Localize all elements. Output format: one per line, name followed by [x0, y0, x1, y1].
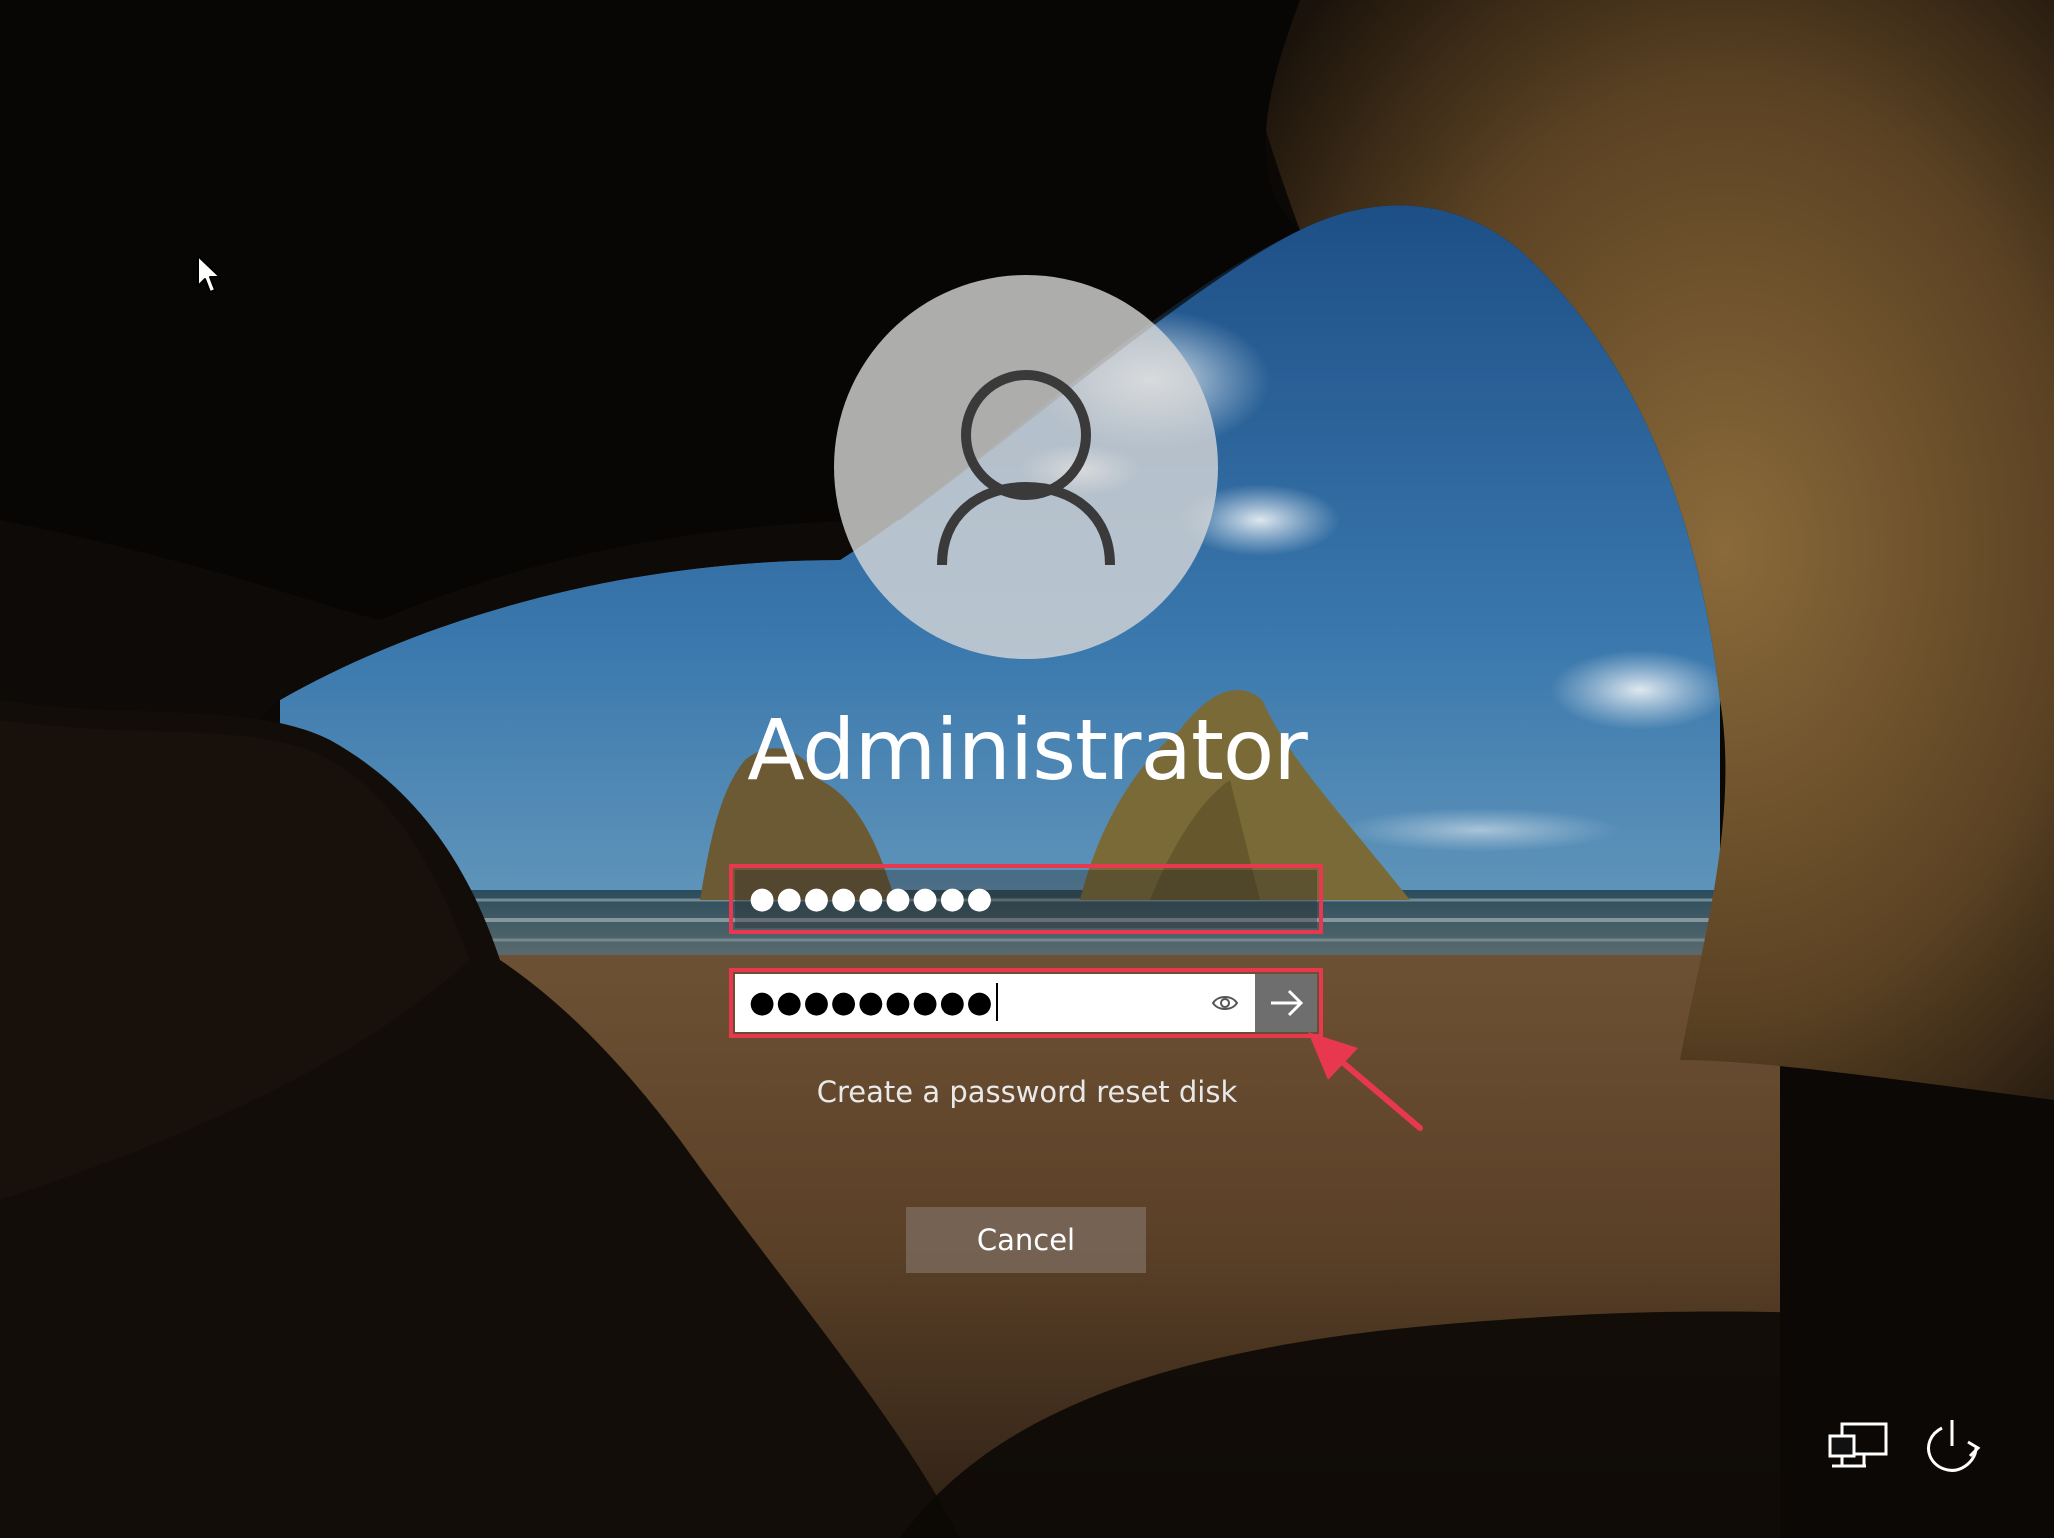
network-icon[interactable] [1826, 1420, 1890, 1476]
user-silhouette-icon [937, 370, 1115, 566]
power-icon[interactable] [1920, 1416, 1986, 1478]
user-avatar [834, 275, 1218, 659]
cancel-button[interactable]: Cancel [906, 1207, 1146, 1273]
annotation-arrow-icon [1308, 1032, 1423, 1131]
text-caret [995, 982, 998, 1021]
password-input[interactable]: ●●●●●●●●● [735, 974, 1255, 1032]
lock-screen: Administrator ●●●●●●●●● ●●●●●●●●● Create… [0, 0, 2054, 1538]
first-field-value: ●●●●●●●●● [749, 881, 994, 916]
password-reset-link[interactable]: Create a password reset disk [727, 1072, 1327, 1112]
mouse-pointer-icon [197, 255, 221, 293]
eye-icon[interactable] [1210, 990, 1240, 1016]
password-value: ●●●●●●●●● [749, 985, 994, 1020]
first-password-field[interactable]: ●●●●●●●●● [735, 870, 1317, 928]
user-name: Administrator [747, 701, 1308, 799]
